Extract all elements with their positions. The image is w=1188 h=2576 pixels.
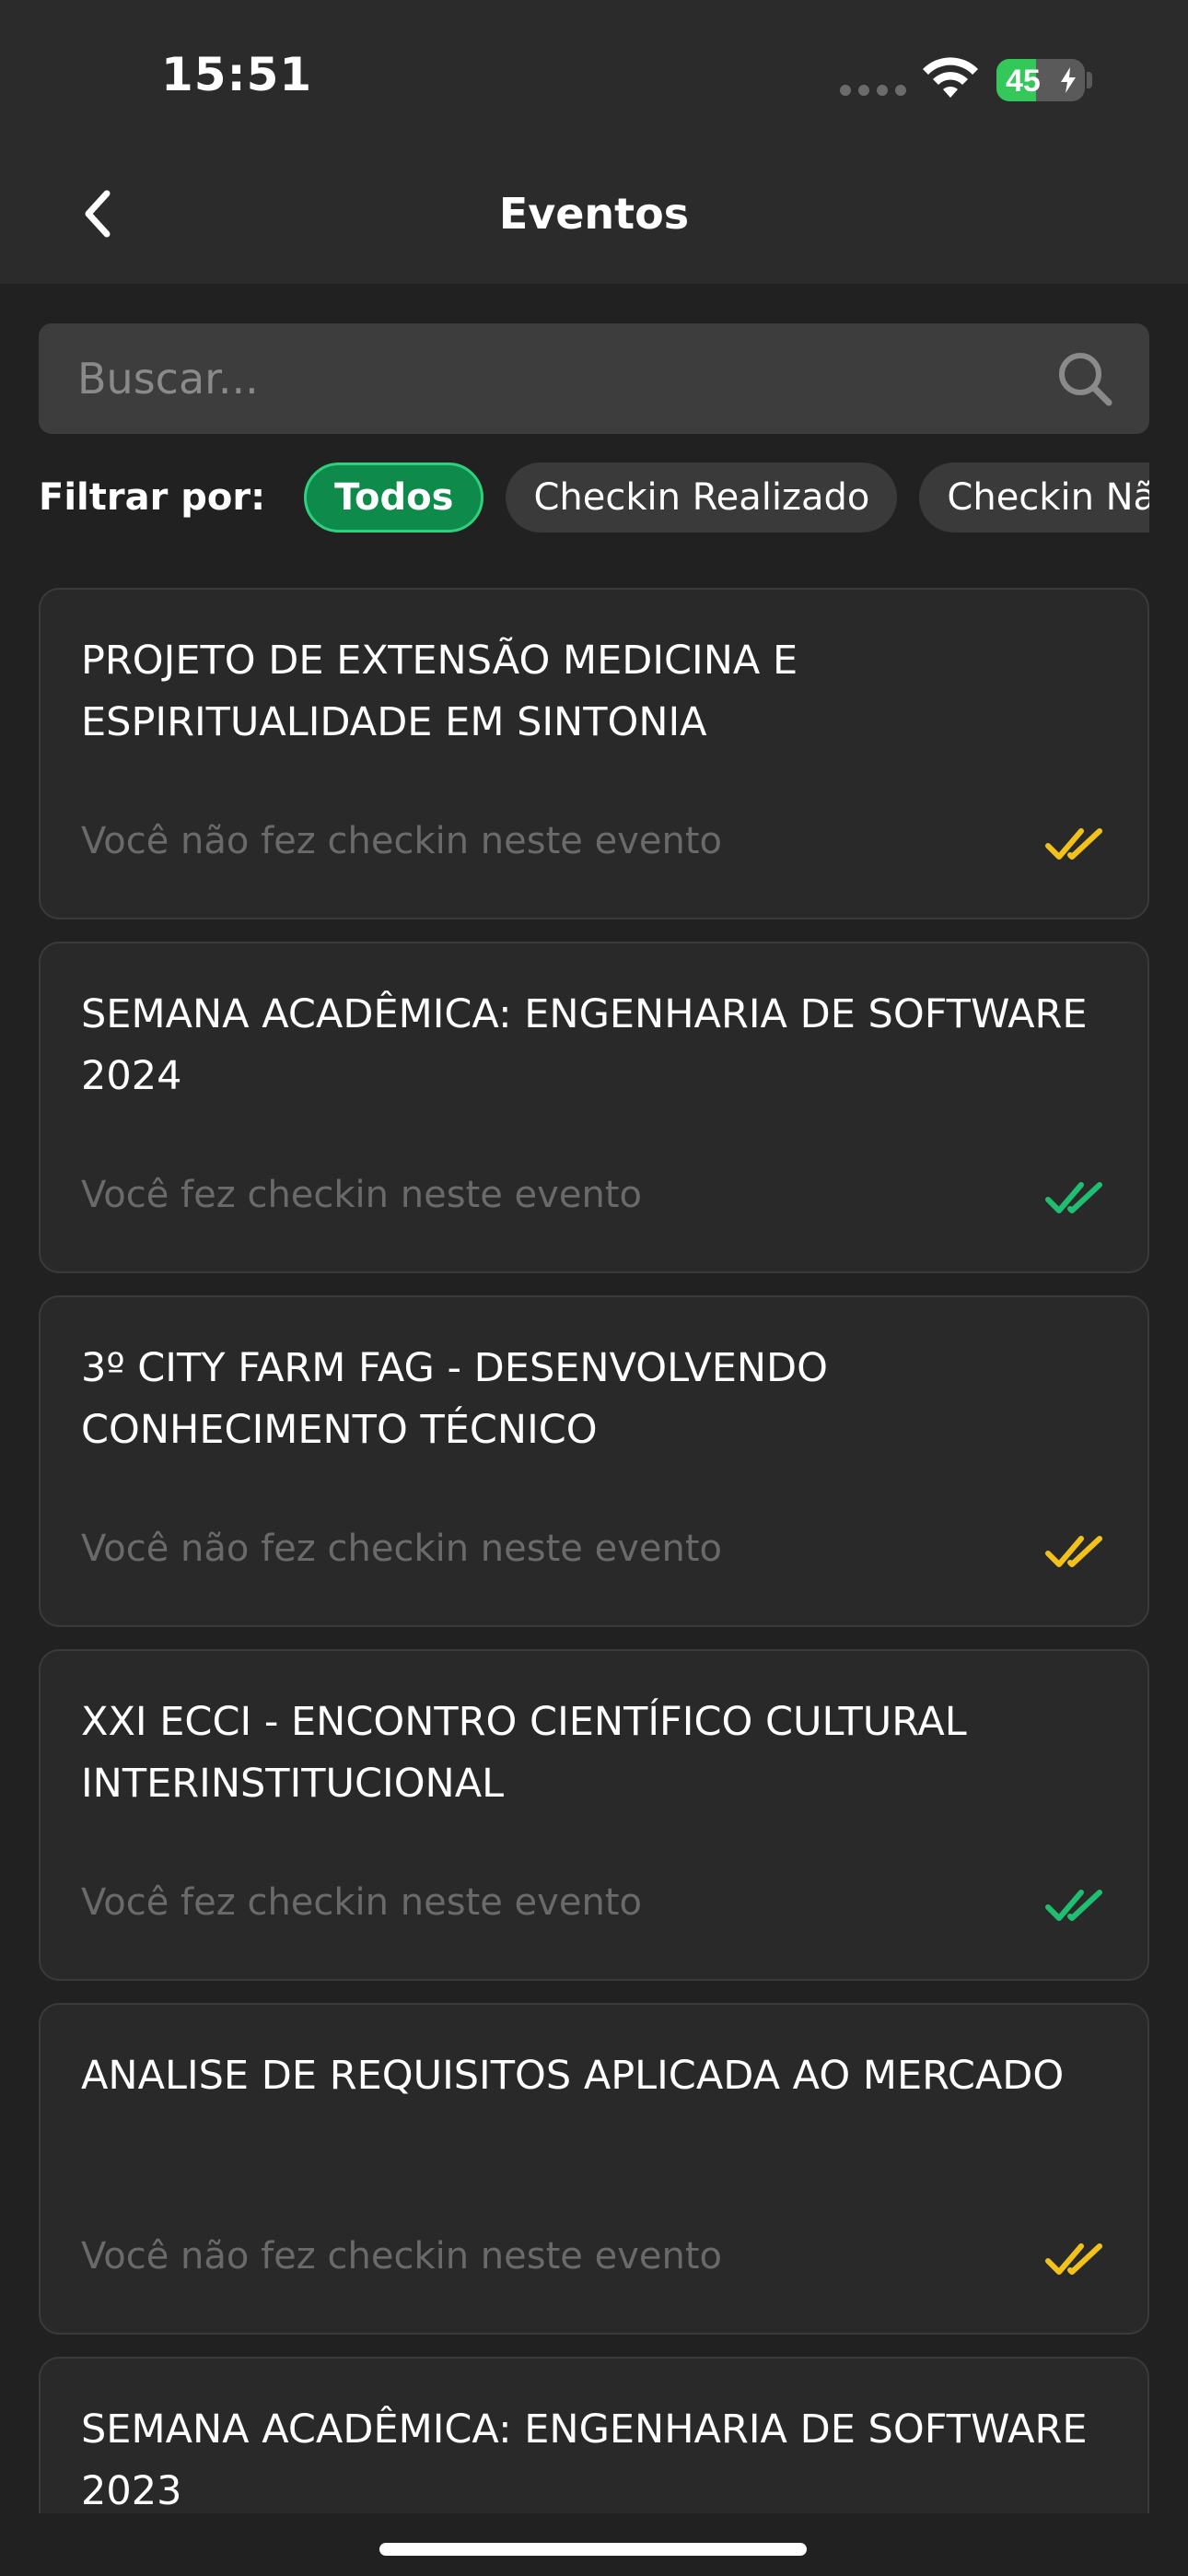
search-icon[interactable] bbox=[1055, 349, 1114, 408]
event-card[interactable]: SEMANA ACADÊMICA: ENGENHARIA DE SOFTWARE… bbox=[39, 942, 1149, 1273]
page-title: Eventos bbox=[498, 189, 690, 239]
event-title: ANALISE DE REQUISITOS APLICADA AO MERCAD… bbox=[81, 2053, 1065, 2099]
event-checkin-status: Você não fez checkin neste evento bbox=[81, 820, 722, 862]
home-indicator[interactable] bbox=[379, 2543, 807, 2556]
event-checkin-status: Você fez checkin neste evento bbox=[81, 1881, 642, 1924]
status-bar: 15:51 45 bbox=[0, 0, 1188, 147]
back-button[interactable] bbox=[64, 177, 129, 251]
filter-chip-checkin-nao-realizado[interactable]: Checkin Não Realizado bbox=[919, 463, 1149, 533]
chevron-left-icon bbox=[85, 190, 111, 238]
search-bar bbox=[39, 323, 1149, 434]
double-check-icon bbox=[1045, 1182, 1102, 1213]
event-title: 3º CITY FARM FAG - DESENVOLVENDO CONHECI… bbox=[81, 1345, 829, 1453]
event-card[interactable]: 3º CITY FARM FAG - DESENVOLVENDO CONHECI… bbox=[39, 1295, 1149, 1627]
filter-bar: Filtrar por: Todos Checkin Realizado Che… bbox=[39, 461, 1149, 534]
event-title: SEMANA ACADÊMICA: ENGENHARIA DE SOFTWARE… bbox=[81, 991, 1088, 1099]
cellular-signal-icon bbox=[840, 85, 906, 96]
charging-bolt-icon bbox=[1061, 67, 1076, 93]
event-checkin-status: Você fez checkin neste evento bbox=[81, 1174, 642, 1216]
event-list: PROJETO DE EXTENSÃO MEDICINA E ESPIRITUA… bbox=[39, 588, 1149, 2513]
event-checkin-status: Você não fez checkin neste evento bbox=[81, 2235, 722, 2277]
event-checkin-status: Você não fez checkin neste evento bbox=[81, 1528, 722, 1570]
battery-cap bbox=[1087, 72, 1092, 88]
search-input[interactable] bbox=[77, 323, 1054, 434]
status-time: 15:51 bbox=[161, 48, 313, 101]
event-title: XXI ECCI - ENCONTRO CIENTÍFICO CULTURAL … bbox=[81, 1699, 967, 1807]
double-check-icon bbox=[1045, 2243, 1102, 2275]
wifi-icon bbox=[923, 57, 978, 98]
event-title: SEMANA ACADÊMICA: ENGENHARIA DE SOFTWARE… bbox=[81, 2406, 1088, 2513]
app-header: 15:51 45 Eventos bbox=[0, 0, 1188, 284]
event-title: PROJETO DE EXTENSÃO MEDICINA E ESPIRITUA… bbox=[81, 638, 798, 745]
event-card[interactable]: ANALISE DE REQUISITOS APLICADA AO MERCAD… bbox=[39, 2003, 1149, 2335]
battery-level: 45 bbox=[1006, 64, 1041, 99]
event-card[interactable]: SEMANA ACADÊMICA: ENGENHARIA DE SOFTWARE… bbox=[39, 2357, 1149, 2513]
filter-chip-todos[interactable]: Todos bbox=[304, 463, 484, 533]
double-check-icon bbox=[1045, 1536, 1102, 1567]
navigation-bar: Eventos bbox=[0, 147, 1188, 284]
event-card[interactable]: PROJETO DE EXTENSÃO MEDICINA E ESPIRITUA… bbox=[39, 588, 1149, 919]
battery-icon: 45 bbox=[996, 59, 1085, 101]
filter-label: Filtrar por: bbox=[39, 476, 266, 519]
event-card[interactable]: XXI ECCI - ENCONTRO CIENTÍFICO CULTURAL … bbox=[39, 1649, 1149, 1981]
double-check-icon bbox=[1045, 828, 1102, 860]
double-check-icon bbox=[1045, 1890, 1102, 1921]
filter-chip-checkin-realizado[interactable]: Checkin Realizado bbox=[506, 463, 898, 533]
